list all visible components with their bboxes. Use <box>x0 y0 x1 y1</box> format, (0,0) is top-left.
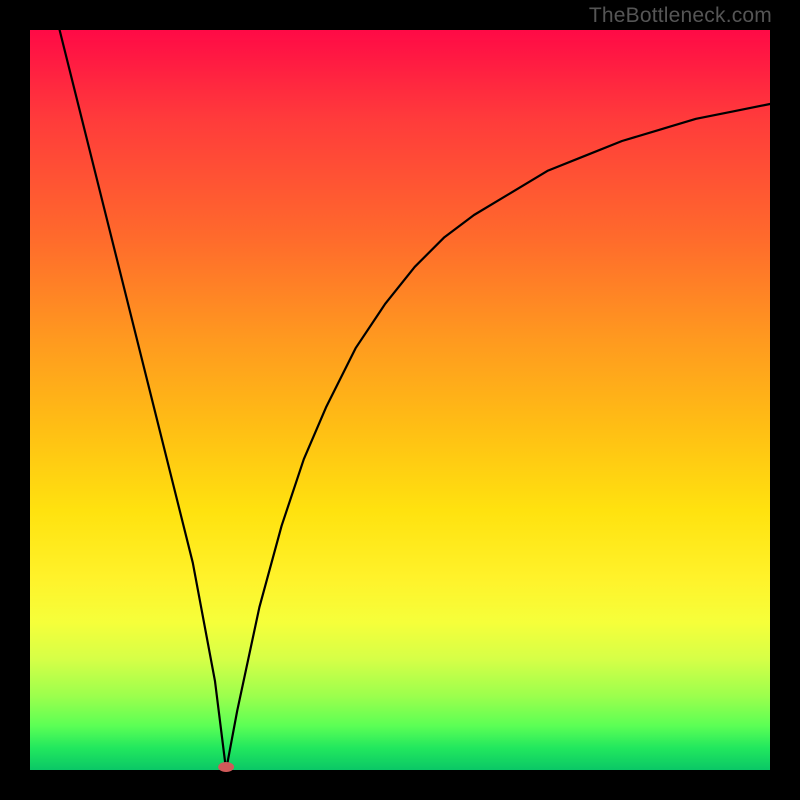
watermark-text: TheBottleneck.com <box>589 4 772 28</box>
plot-area <box>30 30 770 770</box>
bottleneck-curve <box>30 30 770 770</box>
chart-frame: TheBottleneck.com <box>0 0 800 800</box>
minimum-marker <box>218 762 234 772</box>
